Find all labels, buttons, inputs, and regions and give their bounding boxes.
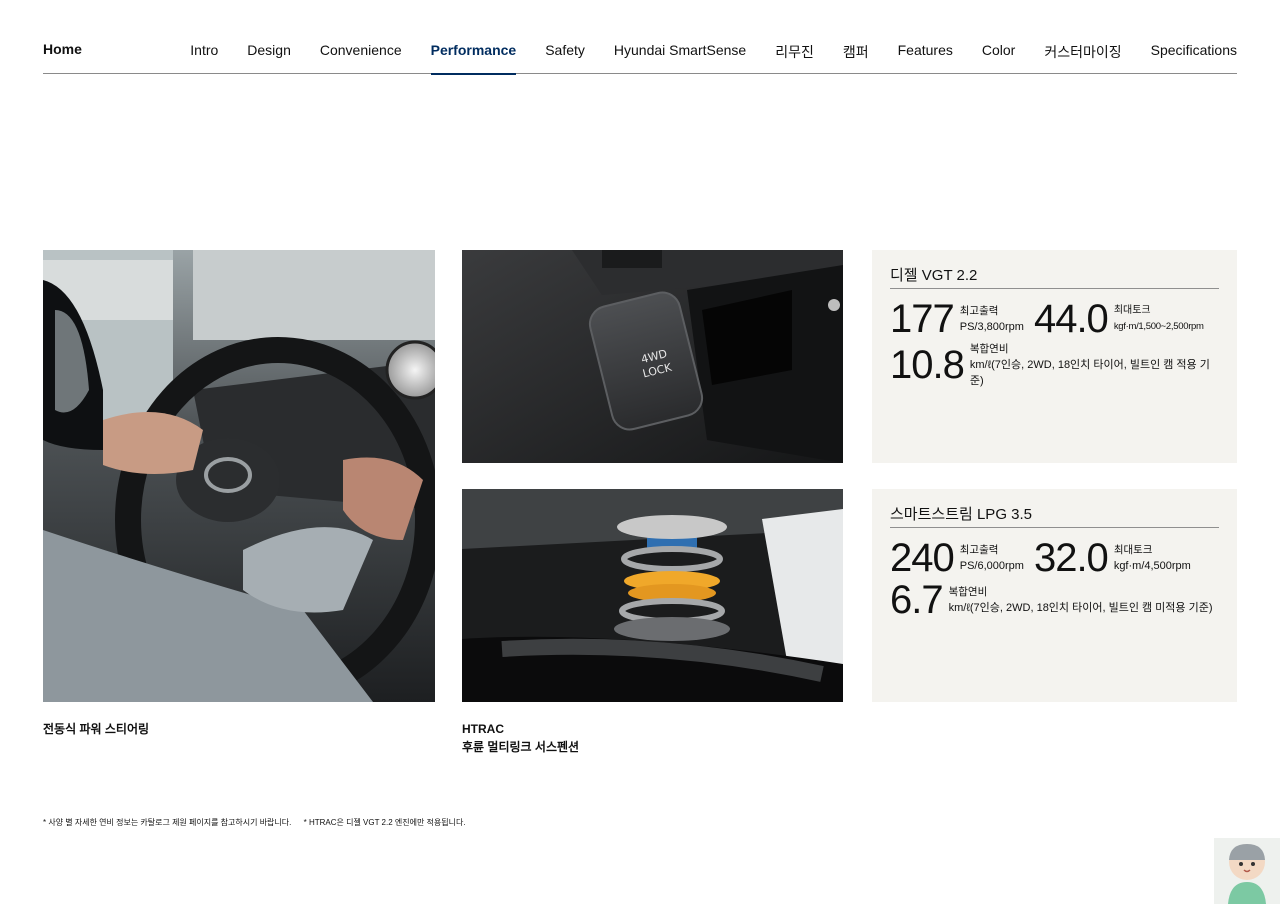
power-torque-row: 177 최고출력 PS/3,800rpm 44.0 최대토크 kgf·m/1,5…	[890, 299, 1219, 339]
fuel-value: 6.7	[890, 578, 944, 622]
tab-color[interactable]: Color	[967, 42, 1029, 74]
top-navigation: Home Intro Design Convenience Performanc…	[43, 0, 1237, 75]
power-label: 최고출력	[959, 544, 999, 556]
power-unit: PS/6,000rpm	[959, 560, 1024, 572]
footnotes: * 사양 별 자세한 연비 정보는 카탈로그 제원 페이지를 참고하시기 바랍니…	[43, 817, 476, 828]
power-torque-row: 240 최고출력 PS/6,000rpm 32.0 최대토크 kgf·m/4,5…	[890, 538, 1219, 578]
power-value: 240	[890, 536, 955, 580]
torque-label-group: 최대토크 kgf·m/4,500rpm	[1114, 542, 1191, 574]
spec-card-lpg: 스마트스트림 LPG 3.5 240 최고출력 PS/6,000rpm 32.0…	[872, 489, 1237, 702]
power-value: 177	[890, 297, 955, 341]
tab-camper[interactable]: 캠퍼	[828, 42, 883, 74]
tab-safety[interactable]: Safety	[531, 42, 600, 74]
chatbot-mascot-icon[interactable]	[1214, 838, 1280, 904]
fuel-value: 10.8	[890, 343, 965, 387]
power-label: 최고출력	[959, 305, 999, 317]
fuel-label: 복합연비	[948, 586, 988, 598]
fuel-label-group: 복합연비 km/ℓ(7인승, 2WD, 18인치 타이어, 빌트인 캠 적용 기…	[970, 341, 1219, 389]
torque-unit: kgf·m/4,500rpm	[1113, 560, 1191, 572]
fuel-label-group: 복합연비 km/ℓ(7인승, 2WD, 18인치 타이어, 빌트인 캠 미적용 …	[949, 584, 1213, 616]
power-unit: PS/3,800rpm	[959, 321, 1024, 333]
suspension-photo	[462, 489, 843, 702]
tab-customizing[interactable]: 커스터마이징	[1030, 42, 1136, 74]
tab-design[interactable]: Design	[233, 42, 306, 74]
power-label-group: 최고출력 PS/3,800rpm	[960, 303, 1024, 335]
torque-label-group: 최대토크 kgf·m/1,500~2,500rpm	[1114, 303, 1204, 335]
htrac-caption-subtitle: 후륜 멀티링크 서스펜션	[462, 740, 580, 754]
torque-label: 최대토크	[1113, 305, 1151, 316]
torque-unit: kgf·m/1,500~2,500rpm	[1113, 321, 1204, 332]
tab-specifications[interactable]: Specifications	[1136, 42, 1237, 74]
power-label-group: 최고출력 PS/6,000rpm	[960, 542, 1024, 574]
spec-card-diesel: 디젤 VGT 2.2 177 최고출력 PS/3,800rpm 44.0 최대토…	[872, 250, 1237, 463]
torque-value: 44.0	[1033, 297, 1109, 341]
spec-card-title: 스마트스트림 LPG 3.5	[890, 503, 1219, 528]
fuel-unit: km/ℓ(7인승, 2WD, 18인치 타이어, 빌트인 캠 적용 기준)	[969, 359, 1210, 387]
4wd-lock-button-photo: 4WD LOCK	[462, 250, 843, 463]
tab-intro[interactable]: Intro	[176, 42, 233, 74]
steering-caption: 전동식 파워 스티어링	[43, 722, 150, 736]
footnote-fuel: * 사양 별 자세한 연비 정보는 카탈로그 제원 페이지를 참고하시기 바랍니…	[43, 818, 292, 827]
footnote-htrac: * HTRAC은 디젤 VGT 2.2 엔진에만 적용됩니다.	[303, 818, 466, 827]
tab-performance[interactable]: Performance	[416, 42, 531, 75]
torque-value: 32.0	[1033, 536, 1109, 580]
torque-label: 최대토크	[1113, 544, 1153, 556]
htrac-caption-title: HTRAC	[462, 722, 504, 736]
tab-smartsense[interactable]: Hyundai SmartSense	[599, 42, 760, 74]
fuel-row: 6.7 복합연비 km/ℓ(7인승, 2WD, 18인치 타이어, 빌트인 캠 …	[890, 580, 1219, 620]
nav-tabs: Intro Design Convenience Performance Saf…	[176, 42, 1237, 75]
htrac-caption: HTRAC 후륜 멀티링크 서스펜션	[462, 720, 579, 756]
spec-card-title: 디젤 VGT 2.2	[890, 264, 1219, 289]
fuel-unit: km/ℓ(7인승, 2WD, 18인치 타이어, 빌트인 캠 미적용 기준)	[948, 602, 1213, 614]
tab-limousine[interactable]: 리무진	[761, 42, 829, 74]
fuel-row: 10.8 복합연비 km/ℓ(7인승, 2WD, 18인치 타이어, 빌트인 캠…	[890, 341, 1219, 389]
steering-wheel-photo	[43, 250, 435, 702]
fuel-label: 복합연비	[969, 343, 1009, 355]
home-link[interactable]: Home	[43, 41, 82, 57]
tab-features[interactable]: Features	[883, 42, 967, 74]
tab-convenience[interactable]: Convenience	[305, 42, 416, 74]
